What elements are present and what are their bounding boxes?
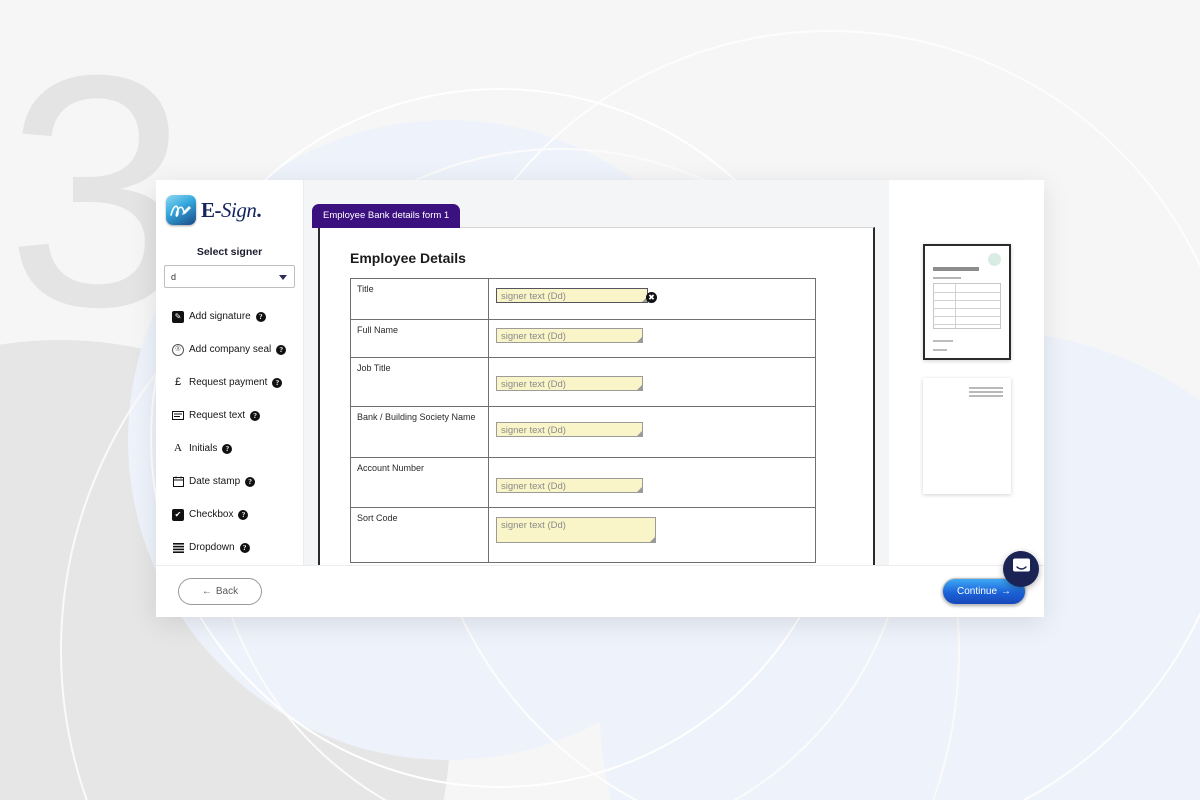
thumbnail-line bbox=[932, 340, 953, 342]
document-tab[interactable]: Employee Bank details form 1 bbox=[312, 204, 461, 228]
thumbnail-line bbox=[932, 349, 947, 351]
help-icon[interactable]: ? bbox=[245, 476, 256, 487]
thumbnail-subtitle-line bbox=[932, 277, 961, 279]
row-value: signer text (Dd) bbox=[488, 457, 816, 508]
dropdown-list-icon bbox=[172, 542, 184, 554]
app-window: E-Sign. Select signer d ✎ Add signature … bbox=[156, 180, 1044, 617]
row-value: signer text (Dd) bbox=[488, 507, 816, 563]
sidebar: E-Sign. Select signer d ✎ Add signature … bbox=[156, 180, 304, 565]
tool-add-company-seal[interactable]: ® Add company seal ? bbox=[156, 333, 303, 366]
signature-icon: ✎ bbox=[172, 310, 184, 323]
tool-list: ✎ Add signature ? ® Add company seal ? £… bbox=[156, 300, 303, 564]
text-field-icon bbox=[172, 410, 184, 422]
checkbox-icon: ✔ bbox=[172, 508, 184, 521]
signer-field-job-title[interactable]: signer text (Dd) bbox=[496, 376, 643, 391]
row-value: signer text (Dd) bbox=[488, 357, 816, 407]
signer-field-title[interactable]: signer text (Dd) bbox=[496, 288, 648, 303]
help-icon[interactable]: ? bbox=[276, 344, 287, 355]
row-label: Sort Code bbox=[350, 507, 489, 563]
step-numeral: 3 bbox=[6, 6, 190, 375]
table-row: Title signer text (Dd) ✖ bbox=[350, 278, 816, 320]
help-icon[interactable]: ? bbox=[272, 377, 283, 388]
tool-label: Request text bbox=[189, 410, 246, 421]
help-icon[interactable]: ? bbox=[250, 410, 261, 421]
table-row: Full Name signer text (Dd) bbox=[350, 319, 816, 358]
table-row: Job Title signer text (Dd) bbox=[350, 357, 816, 407]
tool-request-payment[interactable]: £ Request payment ? bbox=[156, 366, 303, 399]
row-value: signer text (Dd) bbox=[488, 406, 816, 458]
esign-signature-logo-icon bbox=[166, 195, 196, 225]
initials-icon: A bbox=[174, 442, 182, 454]
document-seal-icon bbox=[987, 253, 1001, 266]
row-label: Job Title bbox=[350, 357, 489, 407]
help-icon[interactable]: ? bbox=[222, 443, 233, 454]
help-icon[interactable]: ? bbox=[238, 509, 249, 520]
footer-bar: ← Back Continue → bbox=[156, 565, 1044, 617]
tool-label: Checkbox bbox=[189, 509, 234, 520]
table-row: Sort Code signer text (Dd) bbox=[350, 507, 816, 563]
tool-label: Initials bbox=[189, 443, 218, 454]
row-value: signer text (Dd) ✖ bbox=[488, 278, 816, 320]
pound-sterling-icon: £ bbox=[174, 376, 182, 388]
signer-field-account-number[interactable]: signer text (Dd) bbox=[496, 478, 643, 493]
row-label: Title bbox=[350, 278, 489, 320]
tool-label: Add signature bbox=[189, 311, 251, 322]
table-row: Bank / Building Society Name signer text… bbox=[350, 406, 816, 458]
help-icon[interactable]: ? bbox=[255, 311, 266, 322]
tool-label: Request payment bbox=[189, 377, 268, 388]
tool-label: Dropdown bbox=[189, 542, 235, 553]
page-thumbnail-2[interactable] bbox=[922, 378, 1011, 494]
back-button[interactable]: ← Back bbox=[178, 578, 262, 605]
chat-launcher-button[interactable] bbox=[1003, 551, 1039, 587]
company-seal-icon: ® bbox=[172, 343, 184, 356]
select-signer-label: Select signer bbox=[196, 246, 263, 258]
signer-field-full-name[interactable]: signer text (Dd) bbox=[496, 328, 643, 343]
tool-add-signature[interactable]: ✎ Add signature ? bbox=[156, 300, 303, 333]
back-button-label: Back bbox=[215, 586, 239, 597]
page-thumbnail-2-content bbox=[923, 378, 1011, 494]
app-body: E-Sign. Select signer d ✎ Add signature … bbox=[156, 180, 1044, 565]
tool-label: Add company seal bbox=[189, 344, 272, 355]
thumbnail-table bbox=[932, 283, 1001, 329]
signer-field-bank-name[interactable]: signer text (Dd) bbox=[496, 422, 643, 437]
document-column: Employee Bank details form 1 Employee De… bbox=[304, 180, 889, 565]
signer-select-value: d bbox=[171, 271, 177, 282]
chevron-down-icon bbox=[279, 274, 287, 280]
delete-field-button[interactable]: ✖ bbox=[646, 292, 657, 303]
thumbnail-title-line bbox=[932, 267, 979, 271]
tool-label: Date stamp bbox=[189, 476, 241, 487]
tool-date-stamp[interactable]: Date stamp ? bbox=[156, 465, 303, 498]
document-area: Employee Bank details form 1 Employee De… bbox=[304, 180, 1044, 565]
document-page[interactable]: Employee Details Title signer text (Dd) … bbox=[318, 227, 875, 565]
continue-button-label: Continue bbox=[956, 586, 998, 597]
help-icon[interactable]: ? bbox=[239, 542, 250, 553]
page-thumbnail-1-content bbox=[925, 246, 1009, 358]
tool-initials[interactable]: A Initials ? bbox=[156, 432, 303, 465]
brand-name-e: E- bbox=[201, 197, 222, 222]
brand-logo[interactable]: E-Sign. bbox=[156, 192, 303, 228]
thumbnail-header-block bbox=[968, 387, 1003, 399]
chat-bubble-icon bbox=[1012, 558, 1031, 580]
brand-name-sign: Sign bbox=[221, 197, 257, 222]
brand-name: E-Sign. bbox=[201, 197, 262, 223]
tool-request-text[interactable]: Request text ? bbox=[156, 399, 303, 432]
table-row: Account Number signer text (Dd) bbox=[350, 457, 816, 508]
calendar-icon bbox=[172, 476, 184, 488]
page-thumbnail-1[interactable] bbox=[922, 244, 1011, 360]
row-label: Full Name bbox=[350, 319, 489, 358]
continue-arrow-icon: → bbox=[1001, 586, 1012, 597]
row-label: Bank / Building Society Name bbox=[350, 406, 489, 458]
tool-dropdown[interactable]: Dropdown ? bbox=[156, 531, 303, 564]
document-heading: Employee Details bbox=[350, 250, 466, 266]
signer-field-sort-code[interactable]: signer text (Dd) bbox=[496, 517, 656, 543]
row-label: Account Number bbox=[350, 457, 489, 508]
tool-checkbox[interactable]: ✔ Checkbox ? bbox=[156, 498, 303, 531]
employee-details-table: Title signer text (Dd) ✖ Full Name signe… bbox=[350, 278, 816, 563]
back-arrow-icon: ← bbox=[201, 586, 212, 597]
signer-select[interactable]: d bbox=[164, 265, 295, 288]
row-value: signer text (Dd) bbox=[488, 319, 816, 358]
page-thumbnail-panel bbox=[889, 180, 1044, 565]
brand-name-dot: . bbox=[256, 197, 262, 222]
